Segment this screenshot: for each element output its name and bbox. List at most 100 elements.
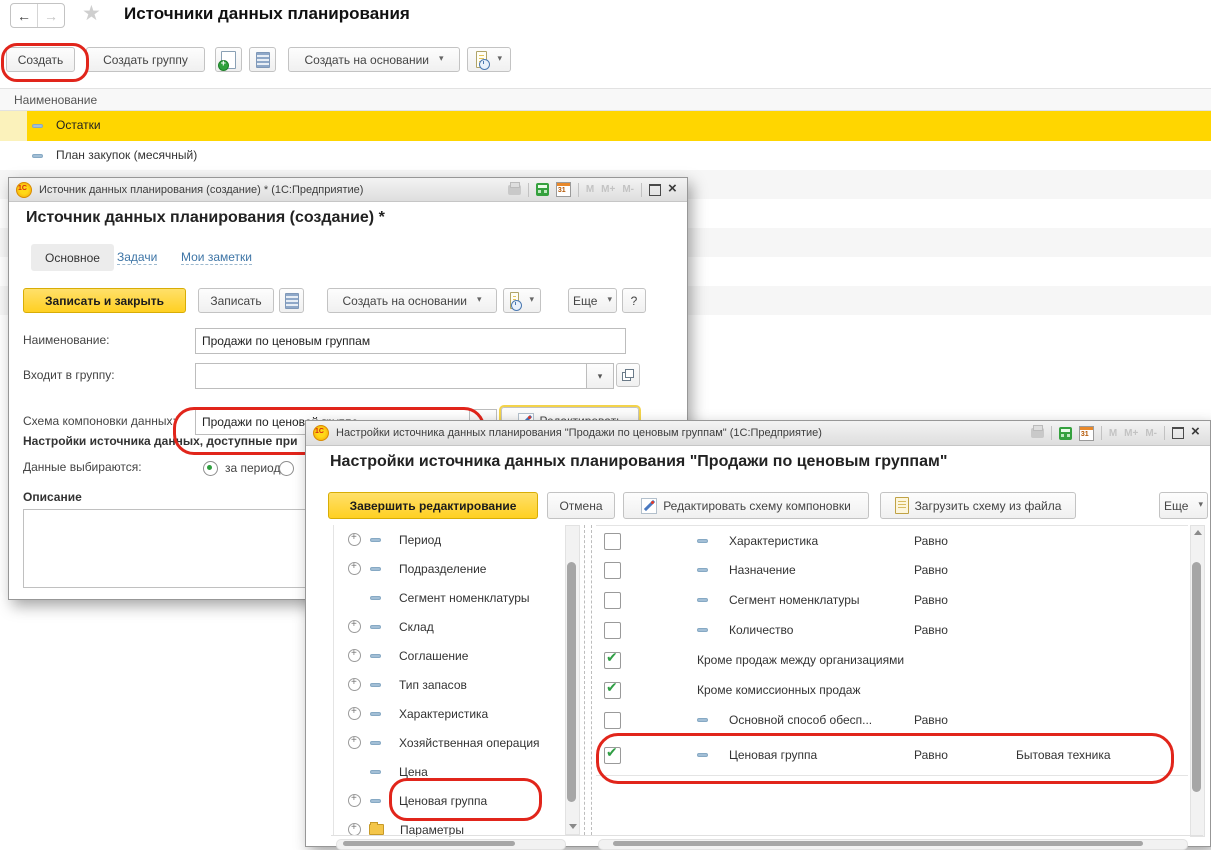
list-row-ostatki[interactable]: Остатки [0, 111, 1211, 141]
expand-icon[interactable] [348, 649, 361, 662]
calendar-icon[interactable]: 31 [1079, 426, 1094, 441]
window-titlebar[interactable]: Источник данных планирования (создание) … [9, 178, 687, 202]
checkbox[interactable] [604, 747, 621, 764]
checkbox[interactable] [604, 533, 621, 550]
create-group-button[interactable]: Создать группу [86, 47, 205, 72]
filter-row-krome-komissionnyh[interactable]: Кроме комиссионных продаж [596, 675, 1188, 706]
edit-schema-button[interactable]: Редактировать схему компоновки [623, 492, 869, 519]
filter-row-osnovnoy-sposob[interactable]: Основной способ обесп... Равно [596, 705, 1188, 736]
tree-item-hoz-operaciya[interactable]: Хозяйственная операция [348, 728, 583, 757]
maximize-icon[interactable] [649, 184, 661, 196]
panel-splitter[interactable] [591, 525, 592, 835]
close-icon[interactable] [1191, 426, 1203, 440]
finish-editing-button[interactable]: Завершить редактирование [328, 492, 538, 519]
1c-logo-icon [313, 425, 329, 441]
parent-group-open-button[interactable] [616, 363, 640, 387]
expand-icon[interactable] [348, 620, 361, 633]
tab-main[interactable]: Основное [31, 244, 114, 271]
dash-icon [697, 598, 708, 602]
list-row-plan-zakupok[interactable]: План закупок (месячный) [0, 141, 1211, 171]
memory-button: M [586, 184, 594, 195]
scrollbar-thumb[interactable] [613, 841, 1143, 846]
history-doc-icon-button[interactable] [467, 47, 511, 72]
list-column-header[interactable]: Наименование [0, 88, 1211, 111]
filter-row-naznachenie[interactable]: Назначение Равно [596, 555, 1188, 586]
load-schema-button[interactable]: Загрузить схему из файла [880, 492, 1076, 519]
memory-plus-button: M+ [601, 184, 615, 195]
memory-plus-button: M+ [1124, 428, 1138, 439]
save-button[interactable]: Записать [198, 288, 274, 313]
filter-row-kolichestvo[interactable]: Количество Равно [596, 615, 1188, 646]
history-doc-icon-button[interactable] [503, 288, 541, 313]
checkbox[interactable] [604, 682, 621, 699]
tree-item-cena[interactable]: Цена [348, 757, 583, 786]
window-titlebar[interactable]: Настройки источника данных планирования … [306, 421, 1210, 446]
radio-second-option[interactable] [279, 461, 294, 476]
scroll-up-icon[interactable] [1194, 530, 1202, 535]
name-input[interactable]: Продажи по ценовым группам [195, 328, 626, 354]
tree-horizontal-scrollbar[interactable] [336, 839, 566, 850]
scrollbar-thumb[interactable] [1192, 562, 1201, 792]
filters-vertical-scrollbar[interactable] [1190, 525, 1205, 837]
expand-icon[interactable] [348, 562, 361, 575]
favorite-star-icon[interactable] [82, 1, 101, 26]
filter-row-harakteristika[interactable]: Характеристика Равно [596, 525, 1188, 557]
save-and-close-button[interactable]: Записать и закрыть [23, 288, 186, 313]
filter-row-segment[interactable]: Сегмент номенклатуры Равно [596, 585, 1188, 616]
filter-row-krome-prodazh[interactable]: Кроме продаж между организациями [596, 645, 1188, 676]
back-icon[interactable] [11, 4, 38, 27]
create-button[interactable]: Создать [6, 47, 75, 72]
parent-group-input[interactable] [195, 363, 600, 389]
memory-button: M [1109, 428, 1117, 439]
close-icon[interactable] [668, 183, 680, 197]
description-label: Описание [23, 490, 82, 504]
filter-row-cenovaya-gruppa[interactable]: Ценовая группа Равно Бытовая техника [596, 735, 1188, 776]
parent-group-dropdown[interactable] [586, 363, 614, 389]
tree-item-cenovaya-gruppa[interactable]: Ценовая группа [348, 786, 583, 815]
tree-vertical-scrollbar[interactable] [565, 525, 580, 835]
calculator-icon[interactable] [1059, 427, 1072, 440]
radio-period[interactable] [203, 461, 218, 476]
list-view-icon-button[interactable] [249, 47, 276, 72]
more-button[interactable]: Еще [568, 288, 617, 313]
expand-icon[interactable] [348, 736, 361, 749]
panel-splitter[interactable] [584, 525, 585, 835]
dash-icon [697, 718, 708, 722]
checkbox[interactable] [604, 712, 621, 729]
tree-item-segment[interactable]: Сегмент номенклатуры [348, 583, 583, 612]
checkbox[interactable] [604, 592, 621, 609]
create-based-on-button[interactable]: Создать на основании [288, 47, 460, 72]
more-button[interactable]: Еще [1159, 492, 1208, 519]
calculator-icon[interactable] [536, 183, 549, 196]
help-button[interactable]: ? [622, 288, 646, 313]
tree-item-sklad[interactable]: Склад [348, 612, 583, 641]
expand-icon[interactable] [348, 707, 361, 720]
checkbox[interactable] [604, 562, 621, 579]
scrollbar-thumb[interactable] [567, 562, 576, 802]
expand-icon[interactable] [348, 678, 361, 691]
expand-icon[interactable] [348, 533, 361, 546]
expand-icon[interactable] [348, 794, 361, 807]
scrollbar-thumb[interactable] [343, 841, 515, 846]
tree-item-period[interactable]: Период [348, 525, 583, 554]
new-item-icon-button[interactable] [215, 47, 242, 72]
tree-panel-border [333, 525, 334, 835]
maximize-icon[interactable] [1172, 427, 1184, 439]
calendar-icon[interactable]: 31 [556, 182, 571, 197]
tab-tasks[interactable]: Задачи [117, 244, 157, 271]
tab-notes[interactable]: Мои заметки [181, 244, 252, 271]
tree-item-soglashenie[interactable]: Соглашение [348, 641, 583, 670]
forward-icon [38, 4, 64, 27]
filters-horizontal-scrollbar[interactable] [598, 839, 1188, 850]
checkbox[interactable] [604, 652, 621, 669]
list-view-icon-button[interactable] [279, 288, 304, 313]
scroll-down-icon[interactable] [569, 824, 577, 829]
tree-item-harakteristika[interactable]: Характеристика [348, 699, 583, 728]
create-based-on-button[interactable]: Создать на основании [327, 288, 497, 313]
memory-minus-button: M- [1145, 428, 1157, 439]
tree-item-podrazdelenie[interactable]: Подразделение [348, 554, 583, 583]
tree-item-tip-zapasov[interactable]: Тип запасов [348, 670, 583, 699]
checkbox[interactable] [604, 622, 621, 639]
cancel-button[interactable]: Отмена [547, 492, 615, 519]
folder-icon [369, 824, 384, 835]
